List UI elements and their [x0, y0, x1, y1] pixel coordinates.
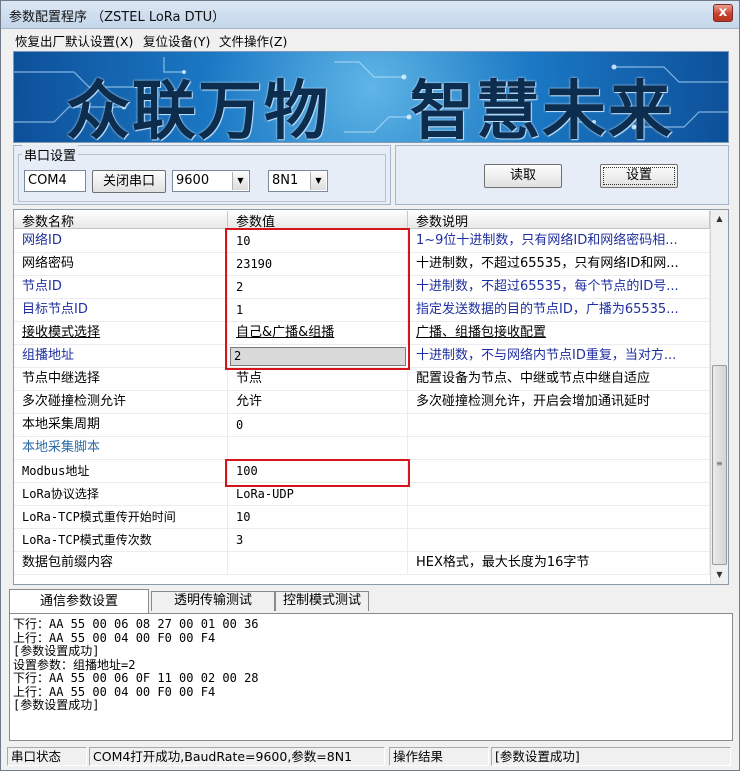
title-bar[interactable]: 参数配置程序 （ZSTEL LoRa DTU） x [1, 1, 739, 29]
param-desc [408, 529, 710, 552]
scroll-up-icon[interactable]: ▲ [711, 210, 728, 227]
param-name: 本地采集脚本 [14, 437, 228, 460]
param-desc: HEX格式，最大长度为16字节 [408, 552, 710, 575]
param-desc: 广播、组播包接收配置 [408, 322, 710, 345]
param-desc [408, 506, 710, 529]
serial-group-label: 串口设置 [22, 145, 79, 164]
param-name: LoRa协议选择 [14, 483, 228, 506]
param-desc: 十进制数，不超过65535，每个节点的ID号... [408, 276, 710, 299]
param-desc: 1~9位十进制数，只有网络ID和网络密码相... [408, 230, 710, 253]
log-line: 下行：AA 55 00 06 08 27 00 01 00 36 [13, 617, 259, 631]
tab-bar: 通信参数设置 透明传输测试 控制模式测试 [9, 589, 737, 613]
close-icon: x [718, 5, 728, 20]
log-line: 上行：AA 55 00 04 00 F0 00 F4 [13, 684, 216, 699]
banner-slogan-right: 智慧未来 [410, 74, 674, 143]
window-title: 参数配置程序 （ZSTEL LoRa DTU） [9, 10, 226, 25]
param-value[interactable]: 10 [228, 506, 408, 529]
param-value[interactable] [228, 437, 408, 460]
log-output[interactable]: 下行：AA 55 00 06 08 27 00 01 00 36 上行：AA 5… [9, 613, 733, 741]
param-name: 本地采集周期 [14, 414, 228, 437]
data-format-select[interactable]: 8N1 ▼ [268, 170, 328, 192]
status-result: [参数设置成功] [491, 747, 731, 766]
highlight-box-modbus-address [225, 459, 410, 487]
param-desc: 十进制数，不与网络内节点ID重复，当对方... [408, 345, 710, 368]
serial-settings-panel: 串口设置 COM4 关闭串口 9600 ▼ 8N1 ▼ [13, 145, 391, 205]
param-name: 组播地址 [14, 345, 228, 368]
param-desc [408, 414, 710, 437]
tab-control-mode-test[interactable]: 控制模式测试 [275, 591, 369, 611]
status-bar: 串口状态 COM4打开成功,BaudRate=9600,参数=8N1 操作结果 … [1, 745, 739, 770]
banner-slogan-left: 众联万物 [66, 74, 330, 143]
param-value[interactable]: 允许 [228, 391, 408, 414]
dropdown-arrow-icon[interactable]: ▼ [232, 172, 248, 190]
param-name: 网络密码 [14, 253, 228, 276]
tab-comm-params[interactable]: 通信参数设置 [9, 589, 149, 613]
param-value[interactable]: 节点 [228, 368, 408, 391]
table-row[interactable]: 多次碰撞检测允许 允许 多次碰撞检测允许，开启会增加通讯延时 [14, 391, 710, 414]
param-desc [408, 483, 710, 506]
param-value[interactable]: 3 [228, 529, 408, 552]
log-line: 下行：AA 55 00 06 0F 11 00 02 00 28 [13, 671, 259, 685]
data-format-value: 8N1 [272, 173, 299, 188]
status-port-info: COM4打开成功,BaudRate=9600,参数=8N1 [89, 747, 385, 766]
param-desc: 配置设备为节点、中继或节点中继自适应 [408, 368, 710, 391]
close-button[interactable]: x [713, 4, 733, 22]
param-name: 目标节点ID [14, 299, 228, 322]
param-value[interactable] [228, 552, 408, 575]
table-row[interactable]: 节点中继选择 节点 配置设备为节点、中继或节点中继自适应 [14, 368, 710, 391]
grip-icon: ≡ [716, 459, 723, 468]
param-name: LoRa-TCP模式重传次数 [14, 529, 228, 552]
header-param-desc[interactable]: 参数说明 [408, 211, 710, 230]
log-line: [参数设置成功] [13, 698, 100, 712]
param-name: LoRa-TCP模式重传开始时间 [14, 506, 228, 529]
menu-file-ops[interactable]: 文件操作(Z) [219, 31, 287, 50]
param-name: 数据包前缀内容 [14, 552, 228, 575]
param-desc: 十进制数，不超过65535，只有网络ID和网... [408, 253, 710, 276]
table-row[interactable]: LoRa-TCP模式重传次数 3 [14, 529, 710, 552]
param-name: 节点ID [14, 276, 228, 299]
param-name: 网络ID [14, 230, 228, 253]
param-value[interactable]: 0 [228, 414, 408, 437]
app-window: 参数配置程序 （ZSTEL LoRa DTU） x 恢复出厂默认设置(X) 复位… [0, 0, 740, 771]
com-port-field[interactable]: COM4 [24, 170, 86, 192]
table-row[interactable]: 本地采集周期 0 [14, 414, 710, 437]
grid-vertical-scrollbar[interactable]: ▲ ≡ ▼ [710, 210, 728, 584]
banner-image: 众联万物 智慧未来 [13, 51, 729, 143]
log-line: 设置参数：组播地址=2 [13, 657, 136, 672]
parameter-grid: 参数名称 参数值 参数说明 网络ID 10 1~9位十进制数，只有网络ID和网络密码… [13, 209, 729, 585]
close-port-button[interactable]: 关闭串口 [92, 170, 166, 193]
set-button[interactable]: 设置 [600, 164, 678, 188]
menu-bar: 恢复出厂默认设置(X) 复位设备(Y) 文件操作(Z) [1, 29, 739, 49]
header-param-value[interactable]: 参数值 [228, 211, 408, 230]
log-line: [参数设置成功] [13, 644, 100, 658]
param-desc [408, 437, 710, 460]
header-param-name[interactable]: 参数名称 [14, 211, 228, 230]
scroll-thumb[interactable]: ≡ [712, 365, 727, 565]
param-name: 接收模式选择 [14, 322, 228, 345]
menu-reset-device[interactable]: 复位设备(Y) [143, 31, 210, 50]
tab-transparent-test[interactable]: 透明传输测试 [151, 591, 275, 611]
table-row[interactable]: LoRa-TCP模式重传开始时间 10 [14, 506, 710, 529]
param-desc: 指定发送数据的目的节点ID，广播为65535... [408, 299, 710, 322]
param-desc [408, 460, 710, 483]
param-desc: 多次碰撞检测允许，开启会增加通讯延时 [408, 391, 710, 414]
dropdown-arrow-icon[interactable]: ▼ [310, 172, 326, 190]
menu-factory-reset[interactable]: 恢复出厂默认设置(X) [15, 31, 133, 50]
status-port-label: 串口状态 [7, 747, 87, 766]
highlight-box-network-params [225, 228, 410, 370]
param-name: Modbus地址 [14, 460, 228, 483]
param-name: 节点中继选择 [14, 368, 228, 391]
table-row[interactable]: 数据包前缀内容 HEX格式，最大长度为16字节 [14, 552, 710, 575]
param-name: 多次碰撞检测允许 [14, 391, 228, 414]
action-panel: 读取 设置 [395, 145, 729, 205]
baud-rate-select[interactable]: 9600 ▼ [172, 170, 250, 192]
baud-rate-value: 9600 [176, 173, 210, 188]
scroll-down-icon[interactable]: ▼ [711, 566, 728, 583]
table-row[interactable]: 本地采集脚本 [14, 437, 710, 460]
grid-header: 参数名称 参数值 参数说明 [14, 210, 710, 230]
status-result-label: 操作结果 [389, 747, 489, 766]
log-line: 上行：AA 55 00 04 00 F0 00 F4 [13, 630, 216, 645]
read-button[interactable]: 读取 [484, 164, 562, 188]
